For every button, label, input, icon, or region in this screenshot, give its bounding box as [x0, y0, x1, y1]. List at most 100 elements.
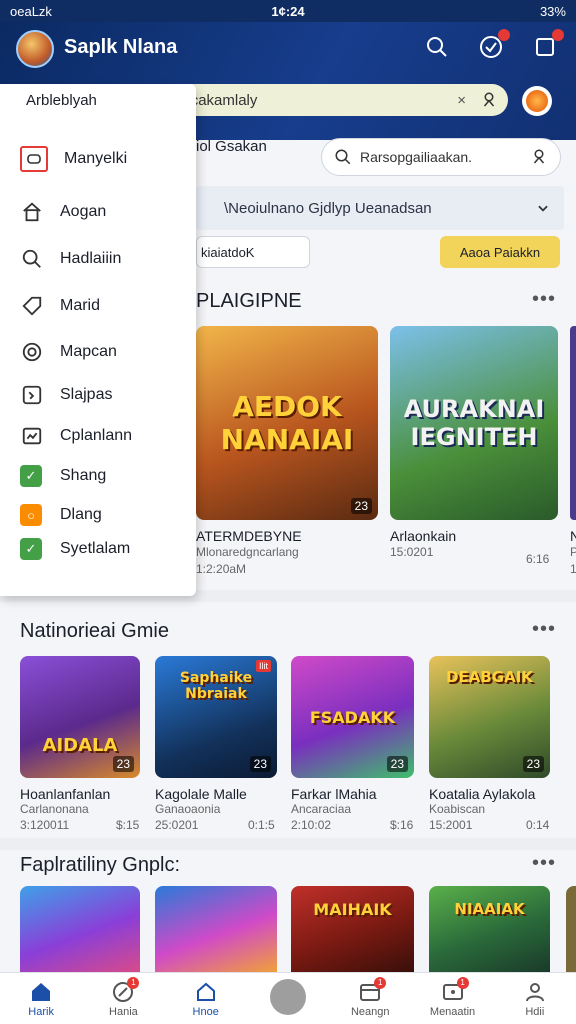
drawer-item[interactable]: ✓ Shang: [20, 465, 106, 487]
game-subtitle: Ganaoaonia: [155, 802, 221, 816]
game-subtitle: Carlanonana: [20, 802, 89, 816]
game-tag: Ilit: [256, 660, 271, 672]
game-card[interactable]: AURAKNAI IEGNITEH: [390, 326, 558, 520]
action-button[interactable]: Aaoa Paiakkn: [440, 236, 560, 268]
search-placeholder: Rarsopgailiaakan.: [360, 149, 473, 165]
calendar-icon: [20, 146, 48, 172]
drawer-item[interactable]: ○ Dlang: [20, 504, 102, 526]
game-title: Kagolale Malle: [155, 786, 247, 802]
tag-icon: [20, 294, 44, 318]
compass-icon: 1: [111, 976, 140, 1004]
game-card[interactable]: AIDALA 23: [20, 656, 140, 778]
drawer-item-label: Shang: [60, 467, 107, 484]
section-divider: [0, 838, 576, 850]
nav-label: Menaatin: [429, 1005, 476, 1018]
nav-item-profile[interactable]: Hdii: [494, 973, 576, 1024]
bookmark-icon[interactable]: [530, 29, 564, 62]
game-title: N: [570, 528, 576, 544]
nav-label: Hania: [109, 1005, 138, 1018]
search-icon: [20, 247, 44, 271]
game-card[interactable]: Saphaike Nbraiak Ilit 23: [155, 656, 277, 778]
game-count: 23: [249, 756, 271, 772]
clock: 1¢:24: [271, 3, 305, 19]
check-icon: ✓: [20, 465, 42, 487]
more-icon[interactable]: •••: [532, 288, 556, 311]
game-count: 23: [112, 756, 134, 772]
game-art: NIAAIAK: [454, 900, 525, 918]
nav-item-house[interactable]: Hnoe: [165, 973, 247, 1024]
more-icon[interactable]: •••: [532, 618, 556, 641]
game-time: 6:16: [526, 552, 550, 566]
drawer-item-label: Slajpas: [60, 386, 113, 403]
game-card[interactable]: [570, 326, 576, 520]
drawer-item[interactable]: Manyelki: [20, 146, 127, 172]
drawer-item-label: Cplanlann: [60, 427, 133, 444]
game-card[interactable]: [155, 886, 277, 972]
game-title: Farkar lMahia: [291, 786, 377, 802]
check-circle-icon[interactable]: [476, 29, 510, 62]
game-subtitle: 15:0201: [390, 545, 434, 559]
drawer-item-label: Syetlalam: [60, 540, 131, 557]
filter-chip[interactable]: kiaiatdoK: [196, 236, 310, 268]
game-art: AEDOK NANAIAI: [220, 390, 354, 456]
chevron-down-icon: [538, 205, 548, 212]
game-count: 23: [522, 756, 544, 772]
drawer-item[interactable]: Slajpas: [20, 383, 112, 407]
notice-banner[interactable]: \Neoiulnano Gjdlyp Ueanadsan: [196, 186, 564, 230]
section-title: Natinorieai Gmie: [20, 620, 169, 642]
drawer-item[interactable]: Hadlaiiin: [20, 247, 121, 271]
game-card[interactable]: [20, 886, 140, 972]
game-subtitle: Mlonaredgncarlang: [196, 545, 299, 559]
game-card[interactable]: [566, 886, 576, 972]
nav-item-home[interactable]: Harik: [0, 973, 82, 1024]
search-input[interactable]: Rarsopgailiaakan.: [321, 138, 561, 176]
game-duration: $:15: [116, 818, 140, 832]
house-icon: [194, 980, 218, 1004]
filter-icon[interactable]: [530, 148, 548, 166]
drawer-item[interactable]: ✓ Syetlalam: [20, 538, 130, 560]
nav-item-messages[interactable]: 1 Menaatin: [411, 973, 493, 1024]
game-card[interactable]: MAIHAIK: [291, 886, 414, 972]
nav-item-calendar[interactable]: 1 Neangn: [329, 973, 411, 1024]
search-icon[interactable]: [422, 32, 452, 62]
side-drawer: Arbleblyah Manyelki Aogan Hadlaiiin Mari…: [0, 84, 196, 596]
game-count: 23: [386, 756, 408, 772]
circle-icon: [20, 340, 44, 364]
more-icon[interactable]: •••: [532, 852, 556, 875]
check-icon: ✓: [20, 538, 42, 560]
game-title: Arlaonkain: [390, 528, 457, 544]
game-title: Hoanlanfanlan: [20, 786, 111, 802]
drawer-item[interactable]: Marid: [20, 294, 100, 318]
drawer-item-label: Mapcan: [60, 343, 117, 360]
game-card[interactable]: AEDOK NANAIAI 23: [196, 326, 378, 520]
avatar[interactable]: [16, 30, 54, 68]
game-duration: 0:14: [526, 818, 550, 832]
drawer-item[interactable]: Aogan: [20, 200, 106, 224]
filter-icon[interactable]: [480, 91, 498, 109]
message-icon: 1: [441, 976, 469, 1004]
carrier-label: oeaLzk: [10, 3, 52, 19]
home-icon: [29, 980, 53, 1004]
drawer-item-label: Manyelki: [64, 150, 128, 167]
game-card[interactable]: FSADAKK 23: [291, 656, 414, 778]
row-label: iol Gsakan: [196, 138, 267, 155]
game-subtitle: P: [570, 545, 576, 559]
clear-icon[interactable]: ×: [457, 92, 466, 109]
game-time: 15:2001: [429, 818, 473, 832]
drawer-item[interactable]: Mapcan: [20, 340, 117, 364]
nav-label: Hnoe: [192, 1005, 219, 1018]
note-icon: [20, 383, 44, 407]
game-duration: 0:1:5: [248, 818, 275, 832]
section-title: Faplratiliny Gnplc:: [20, 854, 181, 876]
drawer-item[interactable]: Cplanlann: [20, 424, 132, 448]
nav-label: Hdii: [525, 1005, 545, 1018]
notice-text: \Neoiulnano Gjdlyp Ueanadsan: [224, 199, 432, 217]
game-time: 2:10:02: [291, 818, 332, 832]
app-title: Saplk Nlana: [64, 36, 178, 58]
game-card[interactable]: DEABGAIK 23: [429, 656, 550, 778]
game-card[interactable]: NIAAIAK: [429, 886, 550, 972]
profile-avatar[interactable]: [522, 86, 552, 116]
nav-item-center[interactable]: [247, 973, 329, 1024]
nav-badge: 1: [374, 976, 387, 989]
nav-item-explore[interactable]: 1 Hania: [82, 973, 164, 1024]
